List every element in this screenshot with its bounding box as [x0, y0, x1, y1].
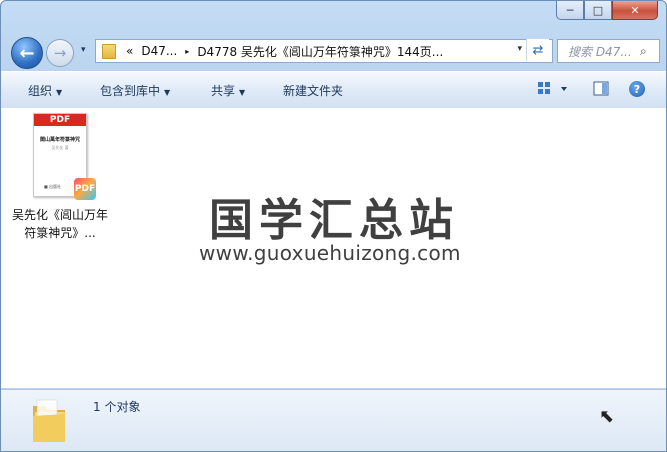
command-bar: 组织 ▼ 包含到库中 ▼ 共享 ▼ 新建文件夹 ?	[1, 71, 666, 109]
help-icon: ?	[629, 81, 645, 97]
thumbnail-title: 閭山萬年符箓神咒	[39, 137, 80, 143]
pdf-label: PDF	[34, 114, 86, 126]
watermark-title: 国学汇总站	[209, 195, 459, 246]
thumbnail-footer: ■ 出版社	[44, 184, 62, 189]
address-bar[interactable]: « D47... ▸ D4778 吴先化《阊山万年符箓神咒》144页... ▾	[95, 39, 553, 63]
breadcrumb-parent[interactable]: D47...	[141, 44, 177, 58]
breadcrumb-current[interactable]: D4778 吴先化《阊山万年符箓神咒》144页...	[197, 43, 443, 60]
folder-icon	[33, 399, 65, 442]
item-count: 1 个对象	[93, 400, 141, 414]
share-button[interactable]: 共享 ▼	[211, 82, 245, 99]
forward-button[interactable]: →	[46, 39, 74, 67]
watermark-url: www.guoxuehuizong.com	[199, 241, 461, 265]
organize-label: 组织	[28, 84, 53, 98]
caption-buttons: ─ □ ✕	[556, 1, 658, 21]
file-item[interactable]: PDF 閭山萬年符箓神咒 吴先化 著 ■ 出版社 PDF 吴先化《阊山万年符箓神…	[11, 113, 109, 242]
search-icon[interactable]: ⌕	[640, 44, 647, 59]
search-box[interactable]: 搜索 D47... ⌕	[557, 39, 660, 63]
organize-button[interactable]: 组织 ▼	[28, 82, 62, 99]
new-folder-label: 新建文件夹	[283, 84, 344, 98]
refresh-icon: ⇄	[532, 42, 544, 58]
thumbnail-subtitle: 吴先化 著	[51, 145, 69, 150]
explorer-window: ─ □ ✕ ← → ▾ « D47... ▸ D4778 吴先化《阊山万年符箓神…	[0, 0, 667, 452]
navigation-bar: ← → ▾ « D47... ▸ D4778 吴先化《阊山万年符箓神咒》144页…	[1, 35, 666, 69]
file-name[interactable]: 吴先化《阊山万年符箓神咒》...	[11, 206, 109, 242]
file-list[interactable]: PDF 閭山萬年符箓神咒 吴先化 著 ■ 出版社 PDF 吴先化《阊山万年符箓神…	[1, 108, 666, 388]
back-arrow-icon: ←	[19, 42, 35, 64]
new-folder-button[interactable]: 新建文件夹	[283, 82, 343, 99]
mouse-cursor-icon: ⬉	[599, 406, 615, 427]
chevron-down-icon: ▼	[239, 88, 246, 97]
forward-arrow-icon: →	[53, 44, 67, 62]
help-button[interactable]: ?	[629, 81, 645, 97]
minimize-button[interactable]: ─	[556, 1, 584, 20]
include-in-library-button[interactable]: 包含到库中 ▼	[100, 82, 170, 99]
pdf-thumbnail: PDF 閭山萬年符箓神咒 吴先化 著 ■ 出版社 PDF	[33, 113, 96, 200]
chevron-down-icon: ▼	[56, 88, 63, 97]
recent-pages-dropdown[interactable]: ▾	[81, 45, 86, 55]
refresh-button[interactable]: ⇄	[526, 39, 549, 61]
preview-pane-button[interactable]	[593, 81, 609, 100]
folder-icon	[102, 43, 116, 59]
back-button[interactable]: ←	[11, 37, 43, 69]
share-label: 共享	[211, 84, 236, 98]
pdf-app-icon: PDF	[74, 178, 96, 200]
preview-pane-icon	[593, 81, 609, 96]
close-button[interactable]: ✕	[612, 1, 658, 20]
include-in-library-label: 包含到库中	[100, 84, 161, 98]
address-dropdown[interactable]: ▾	[517, 44, 522, 54]
view-icon	[538, 82, 567, 94]
search-placeholder: 搜索 D47...	[568, 44, 632, 59]
view-options-button[interactable]	[537, 81, 569, 100]
breadcrumb-separator-icon[interactable]: ▸	[185, 47, 189, 56]
details-pane: 1 个对象 ⬉	[1, 389, 666, 451]
breadcrumb-overflow[interactable]: «	[126, 44, 133, 58]
maximize-button[interactable]: □	[584, 1, 612, 20]
chevron-down-icon: ▼	[164, 88, 171, 97]
